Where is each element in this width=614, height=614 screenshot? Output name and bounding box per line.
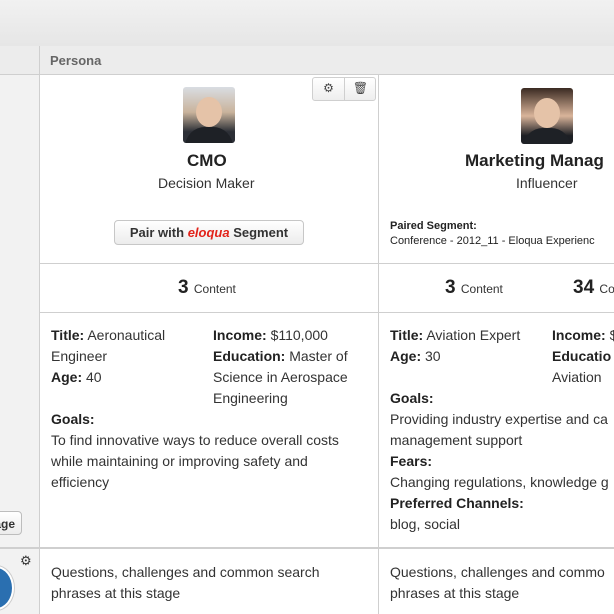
persona-role: Influencer <box>516 175 578 191</box>
channels-label: Preferred Channels: <box>390 495 524 511</box>
stage-questions: Questions, challenges and commo phrases … <box>390 562 605 604</box>
pair-prefix: Pair with <box>129 225 185 240</box>
age-value: 30 <box>425 348 441 364</box>
persona-details-left: Title: Aeronautical Engineer Age: 40 <box>51 325 211 388</box>
income-label: Income: <box>213 327 267 343</box>
education-label: Education: <box>213 348 286 364</box>
goals-line: while maintaining or improving safety an… <box>51 453 308 469</box>
pair-suffix: Segment <box>233 225 289 240</box>
trash-icon[interactable]: 🗑 <box>345 81 376 95</box>
paired-segment-label: Paired Segment: <box>390 220 477 232</box>
stage-questions: Questions, challenges and common search … <box>51 562 319 604</box>
education-value-cont: Science in Aerospace <box>213 369 348 385</box>
avatar-body <box>185 127 233 143</box>
fears-label: Fears: <box>390 453 433 469</box>
income-value: $ <box>609 327 614 343</box>
fears-value: Changing regulations, knowledge g <box>390 474 609 490</box>
education-label: Educatio <box>552 348 612 364</box>
content-count-value: 3 <box>445 277 456 298</box>
income-value: $110,000 <box>270 327 328 343</box>
stage-line: Questions, challenges and common search <box>51 564 320 580</box>
top-toolbar <box>0 0 614 47</box>
persona-goals: Goals: To find innovative ways to reduce… <box>51 409 371 493</box>
content-count-value: 34 <box>573 277 595 298</box>
row-divider-stage <box>0 547 614 549</box>
paired-segment-value[interactable]: Conference - 2012_11 - Eloqua Experienc <box>390 235 595 247</box>
goals-line: management support <box>390 432 523 448</box>
education-value: Master of <box>289 348 348 364</box>
title-value: Aeronautical <box>87 327 166 343</box>
gear-icon[interactable]: ⚙ <box>313 81 344 95</box>
goals-line: Providing industry expertise and ca <box>390 411 608 427</box>
persona-toolbar: ⚙ 🗑 <box>312 77 376 101</box>
income-label: Income: <box>552 327 606 343</box>
persona-profile: Marketing Manag Influencer Paired Segmen… <box>379 75 614 263</box>
persona-details-right: Income: $110,000 Education: Master of Sc… <box>213 325 378 409</box>
channels-value: blog, social <box>390 516 461 532</box>
age-label: Age: <box>51 369 83 385</box>
content-count[interactable]: 3 Content <box>445 277 503 299</box>
stage-column <box>0 75 40 548</box>
column-header-row: Persona <box>0 46 614 75</box>
age-label: Age: <box>390 348 422 364</box>
row-divider-content <box>40 312 614 313</box>
stage-line: phrases at this stage <box>390 585 520 601</box>
title-value: Aviation Expert <box>426 327 521 343</box>
persona-name: CMO <box>187 151 227 170</box>
avatar <box>521 88 573 144</box>
goals-label: Goals: <box>51 411 95 427</box>
avatar-body <box>523 128 571 144</box>
persona-profile: ⚙ 🗑 CMO Decision Maker Pair with eloqua … <box>40 75 378 263</box>
stage-line: Questions, challenges and commo <box>390 564 605 580</box>
persona-goals: Goals: Providing industry expertise and … <box>390 388 614 535</box>
eloqua-logo: eloqua <box>187 225 230 240</box>
age-value: 40 <box>86 369 102 385</box>
education-value: Aviation <box>552 369 602 385</box>
stage-line: phrases at this stage <box>51 585 181 601</box>
persona-name: Marketing Manag <box>465 151 604 170</box>
title-label: Title: <box>51 327 85 343</box>
content-count-unit: Co <box>599 282 614 296</box>
content-count-unit: Content <box>460 282 503 296</box>
title-value-cont: Engineer <box>51 348 108 364</box>
persona-details-left: Title: Aviation Expert Age: 30 <box>390 325 550 367</box>
avatar-face <box>534 98 560 128</box>
pair-segment-button[interactable]: Pair with eloqua Segment <box>114 220 304 245</box>
header-left-stub <box>0 46 40 74</box>
goals-line: To find innovative ways to reduce overal… <box>51 432 339 448</box>
persona-header-label: Persona <box>50 53 102 68</box>
avatar <box>183 87 235 143</box>
content-count-secondary[interactable]: 34 Co <box>573 277 614 299</box>
persona-details-right: Income: $ Educatio Aviation <box>552 325 614 388</box>
persona-role: Decision Maker <box>158 175 255 191</box>
content-count[interactable]: 3 Content <box>178 277 236 299</box>
goals-line: efficiency <box>51 474 110 490</box>
goals-label: Goals: <box>390 390 434 406</box>
title-label: Title: <box>390 327 424 343</box>
row-divider-profile <box>40 263 614 264</box>
education-value-cont2: Engineering <box>213 390 288 406</box>
stage-button[interactable]: age <box>0 511 22 535</box>
avatar-face <box>196 97 222 127</box>
content-count-value: 3 <box>178 277 189 298</box>
gear-icon[interactable]: ⚙ <box>20 553 32 569</box>
persona-board: Persona age ⚙ ⚙ 🗑 CMO Decision Maker Pai… <box>0 0 614 614</box>
content-count-unit: Content <box>193 282 236 296</box>
